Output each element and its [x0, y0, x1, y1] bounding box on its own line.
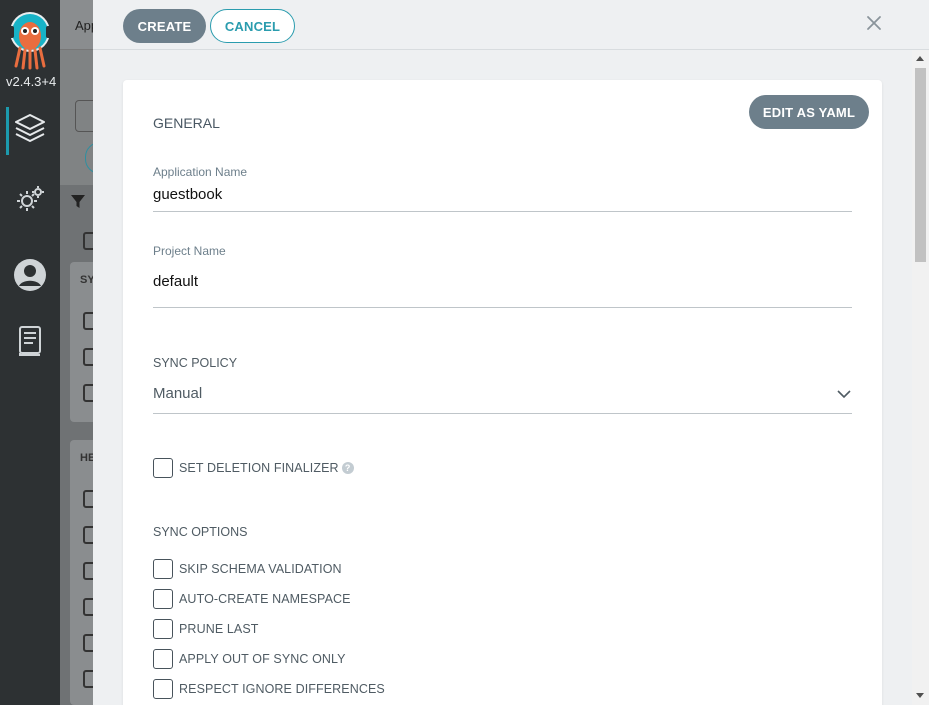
sync-option-label: PRUNE LAST [179, 622, 259, 636]
application-name-label: Application Name [153, 165, 248, 179]
user-icon [13, 258, 47, 297]
create-button[interactable]: CREATE [123, 9, 206, 43]
nav-item-documentation[interactable] [0, 318, 60, 368]
sync-option-row[interactable]: AUTO-CREATE NAMESPACE [153, 589, 351, 609]
create-app-panel: CREATE CANCEL EDIT AS YAML GENERAL Appli… [93, 0, 929, 705]
panel-header: CREATE CANCEL [93, 0, 929, 50]
sync-option-row[interactable]: APPLY OUT OF SYNC ONLY [153, 649, 346, 669]
auto-create-namespace-checkbox[interactable] [153, 589, 173, 609]
nav-item-settings[interactable] [0, 176, 60, 226]
deletion-finalizer-checkbox[interactable] [153, 458, 173, 478]
sync-option-row[interactable]: SKIP SCHEMA VALIDATION [153, 559, 342, 579]
sync-policy-label: SYNC POLICY [153, 356, 238, 370]
left-nav: v2.4.3+4 [0, 0, 60, 705]
apply-out-of-sync-only-checkbox[interactable] [153, 649, 173, 669]
scroll-down-arrow-icon[interactable] [916, 693, 924, 698]
application-name-input[interactable]: guestbook [153, 186, 222, 203]
deletion-finalizer-label: SET DELETION FINALIZER [179, 461, 339, 475]
section-title-sync-options: SYNC OPTIONS [153, 525, 248, 539]
section-title-general: GENERAL [153, 115, 220, 131]
sync-option-row[interactable]: PRUNE LAST [153, 619, 259, 639]
sync-option-row[interactable]: RESPECT IGNORE DIFFERENCES [153, 679, 385, 699]
layers-icon [13, 111, 47, 150]
scroll-up-arrow-icon[interactable] [916, 56, 924, 61]
project-name-label: Project Name [153, 244, 226, 258]
deletion-finalizer-row[interactable]: SET DELETION FINALIZER ? [153, 458, 354, 478]
prune-last-checkbox[interactable] [153, 619, 173, 639]
skip-schema-validation-checkbox[interactable] [153, 559, 173, 579]
sync-option-label: SKIP SCHEMA VALIDATION [179, 562, 342, 576]
sync-option-label: APPLY OUT OF SYNC ONLY [179, 652, 346, 666]
respect-ignore-differences-checkbox[interactable] [153, 679, 173, 699]
help-icon[interactable]: ? [341, 462, 354, 474]
sync-option-label: RESPECT IGNORE DIFFERENCES [179, 682, 385, 696]
project-name-input[interactable]: default [153, 273, 198, 290]
version-label: v2.4.3+4 [6, 74, 57, 89]
docs-icon [17, 325, 43, 362]
form-card: EDIT AS YAML GENERAL Application Name gu… [123, 80, 882, 705]
filter-icon [70, 193, 86, 214]
cancel-button[interactable]: CANCEL [210, 9, 295, 43]
project-name-underline [153, 307, 852, 308]
sync-policy-underline [153, 413, 852, 414]
nav-item-user-info[interactable] [0, 252, 60, 302]
close-icon[interactable] [865, 14, 883, 32]
application-name-underline [153, 211, 852, 212]
scrollbar-thumb[interactable] [915, 68, 926, 262]
sync-policy-select[interactable]: Manual [153, 385, 202, 402]
edit-as-yaml-button[interactable]: EDIT AS YAML [749, 95, 869, 129]
gear-icon [14, 183, 46, 220]
nav-item-applications[interactable] [0, 105, 60, 155]
sync-option-label: AUTO-CREATE NAMESPACE [179, 592, 351, 606]
argo-logo[interactable] [6, 10, 54, 70]
chevron-down-icon[interactable] [837, 386, 851, 404]
